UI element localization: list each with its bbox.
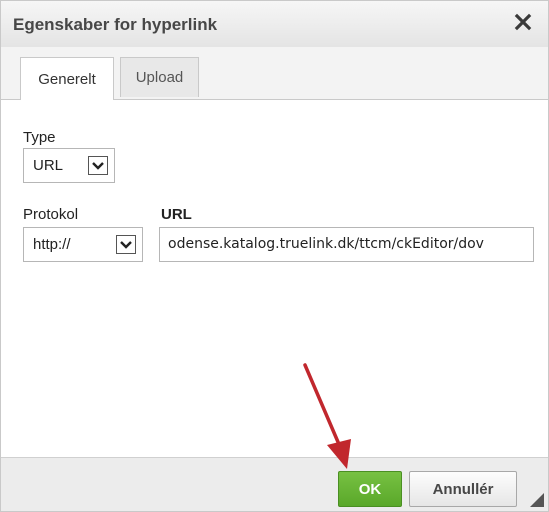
close-icon[interactable] [512,11,534,33]
type-label: Type [23,129,56,146]
dialog-title: Egenskaber for hyperlink [13,15,218,34]
protocol-label: Protokol [23,206,79,223]
chevron-down-icon [88,156,108,175]
type-select[interactable]: URL [23,148,115,183]
resize-grip-icon[interactable] [530,493,544,507]
hyperlink-dialog: Egenskaber for hyperlink Generelt Upload… [0,0,549,512]
protocol-select-value: http:// [33,236,71,253]
tab-bar: Generelt Upload [1,47,548,100]
dialog-titlebar[interactable]: Egenskaber for hyperlink [1,1,548,48]
tab-upload[interactable]: Upload [120,57,199,97]
type-select-value: URL [33,157,64,174]
url-label: URL [161,206,192,223]
tab-generelt[interactable]: Generelt [20,57,114,100]
annotation-arrow-icon [291,361,361,473]
ok-button[interactable]: OK [338,471,402,507]
cancel-button[interactable]: Annullér [409,471,517,507]
protocol-select[interactable]: http:// [23,227,143,262]
chevron-down-icon [116,235,136,254]
url-input[interactable]: odense.katalog.truelink.dk/ttcm/ckEditor… [159,227,534,262]
